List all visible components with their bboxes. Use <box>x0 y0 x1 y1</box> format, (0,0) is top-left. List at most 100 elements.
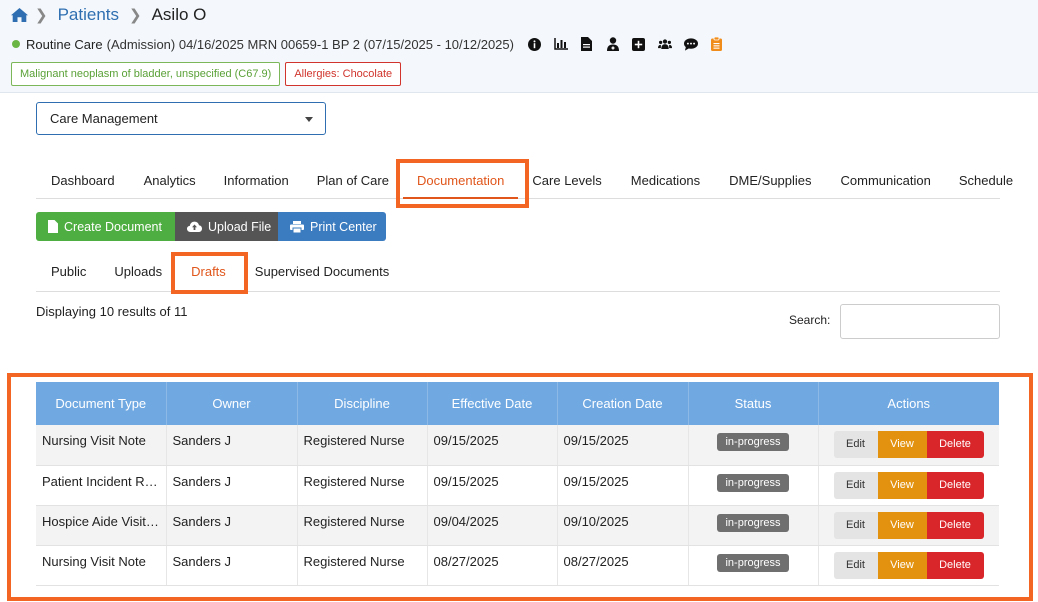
home-icon[interactable] <box>10 7 29 23</box>
visit-icons <box>522 37 730 51</box>
patient-tags: Malignant neoplasm of bladder, unspecifi… <box>11 62 406 86</box>
tab-medications[interactable]: Medications <box>631 163 700 199</box>
cell-discipline: Registered Nurse <box>297 425 428 466</box>
upload-file-button[interactable]: Upload File <box>175 212 278 241</box>
printer-icon <box>290 220 304 233</box>
cell-discipline: Registered Nurse <box>297 545 428 586</box>
cell-owner: Sanders J <box>166 465 298 506</box>
tab-schedule[interactable]: Schedule <box>959 163 1013 199</box>
cell-document-type: Patient Incident Report <box>36 465 167 506</box>
cell-effective-date: 09/15/2025 <box>427 465 558 506</box>
edit-button[interactable]: Edit <box>833 511 878 539</box>
subtab-public[interactable]: Public <box>51 256 86 290</box>
status-badge: in-progress <box>717 513 789 532</box>
view-button[interactable]: View <box>877 431 927 458</box>
document-actions: Create Document Upload File Print Center <box>36 212 386 241</box>
status-badge: in-progress <box>717 553 789 572</box>
file-icon <box>48 220 58 233</box>
status-badge: in-progress <box>717 473 789 492</box>
cloud-upload-icon <box>187 221 202 232</box>
delete-button[interactable]: Delete <box>926 431 984 458</box>
upload-file-label: Upload File <box>208 219 272 234</box>
edit-button[interactable]: Edit <box>833 551 878 579</box>
tab-information[interactable]: Information <box>224 163 289 199</box>
subtab-supervised-documents[interactable]: Supervised Documents <box>255 256 389 290</box>
users-icon[interactable] <box>657 37 672 51</box>
tab-dashboard[interactable]: Dashboard <box>51 163 115 199</box>
clipboard-icon[interactable] <box>710 37 724 51</box>
cell-creation-date: 09/10/2025 <box>557 505 689 546</box>
cell-status: in-progress <box>688 545 819 586</box>
edit-button[interactable]: Edit <box>833 471 878 499</box>
delete-button[interactable]: Delete <box>926 511 984 539</box>
cell-document-type: Nursing Visit Note <box>36 545 167 586</box>
search-input[interactable] <box>840 304 1000 339</box>
visit-info: Routine Care (Admission) 04/16/2025 MRN … <box>12 34 730 54</box>
column-header-creation-date[interactable]: Creation Date <box>557 382 689 425</box>
cell-document-type: Hospice Aide Visit Note <box>36 505 167 546</box>
document-icon[interactable] <box>580 37 594 51</box>
cell-actions: Edit View Delete <box>818 465 999 506</box>
create-document-button[interactable]: Create Document <box>36 212 175 241</box>
tab-documentation[interactable]: Documentation <box>402 163 519 199</box>
tab-analytics[interactable]: Analytics <box>144 163 196 199</box>
status-dot <box>12 40 20 48</box>
documents-table: Document Type Owner Discipline Effective… <box>36 382 999 586</box>
breadcrumb-patient-name: Asilo O <box>151 5 207 24</box>
caret-down-icon <box>305 117 313 122</box>
status-badge: in-progress <box>717 433 789 451</box>
breadcrumb: ❯ Patients ❯ Asilo O <box>10 4 206 26</box>
column-header-status[interactable]: Status <box>688 382 819 425</box>
tab-dme-supplies[interactable]: DME/Supplies <box>729 163 811 199</box>
results-count: Displaying 10 results of 11 <box>36 304 188 319</box>
tab-plan-of-care[interactable]: Plan of Care <box>317 163 389 199</box>
care-select-value: Care Management <box>50 111 158 126</box>
table-row: Patient Incident Report Sanders J Regist… <box>36 465 999 506</box>
column-header-owner[interactable]: Owner <box>166 382 298 425</box>
cell-effective-date: 08/27/2025 <box>427 545 558 586</box>
print-center-button[interactable]: Print Center <box>278 212 386 241</box>
table-row: Nursing Visit Note Sanders J Registered … <box>36 425 999 466</box>
column-header-document-type[interactable]: Document Type <box>36 382 167 425</box>
allergies-tag[interactable]: Allergies: Chocolate <box>285 62 402 86</box>
user-doctor-icon[interactable] <box>606 37 620 51</box>
view-button[interactable]: View <box>877 551 927 579</box>
chat-icon[interactable] <box>683 37 698 51</box>
plus-square-icon[interactable] <box>632 37 646 51</box>
column-header-discipline[interactable]: Discipline <box>297 382 428 425</box>
delete-button[interactable]: Delete <box>926 471 984 499</box>
edit-button[interactable]: Edit <box>833 431 878 458</box>
cell-discipline: Registered Nurse <box>297 505 428 546</box>
column-header-effective-date[interactable]: Effective Date <box>427 382 558 425</box>
main-tabs: Dashboard Analytics Information Plan of … <box>36 163 1013 199</box>
info-icon[interactable] <box>528 37 542 51</box>
diagnosis-tag[interactable]: Malignant neoplasm of bladder, unspecifi… <box>11 62 281 86</box>
create-document-label: Create Document <box>64 219 162 234</box>
delete-button[interactable]: Delete <box>926 551 984 579</box>
visit-details: (Admission) 04/16/2025 MRN 00659-1 BP 2 … <box>106 36 514 52</box>
cell-owner: Sanders J <box>166 425 298 466</box>
cell-effective-date: 09/15/2025 <box>427 425 558 466</box>
subtab-uploads[interactable]: Uploads <box>114 256 162 290</box>
patient-header: ❯ Patients ❯ Asilo O Routine Care (Admis… <box>0 0 1038 93</box>
tab-care-levels[interactable]: Care Levels <box>532 163 601 199</box>
document-subtabs: Public Uploads Drafts Supervised Documen… <box>36 256 1000 292</box>
breadcrumb-patients[interactable]: Patients <box>58 5 119 25</box>
cell-creation-date: 09/15/2025 <box>557 425 689 466</box>
cell-actions: Edit View Delete <box>818 425 999 466</box>
print-center-label: Print Center <box>310 219 377 234</box>
cell-effective-date: 09/04/2025 <box>427 505 558 546</box>
view-button[interactable]: View <box>877 511 927 539</box>
subtab-drafts[interactable]: Drafts <box>191 256 226 290</box>
cell-actions: Edit View Delete <box>818 505 999 546</box>
chevron-right-icon: ❯ <box>129 7 142 24</box>
cell-creation-date: 08/27/2025 <box>557 545 689 586</box>
view-button[interactable]: View <box>877 471 927 499</box>
cell-owner: Sanders J <box>166 505 298 546</box>
search-label: Search: <box>789 313 831 327</box>
table-row: Hospice Aide Visit Note Sanders J Regist… <box>36 505 999 546</box>
bar-chart-icon[interactable] <box>554 37 568 51</box>
care-management-select[interactable]: Care Management <box>36 102 326 135</box>
tab-communication[interactable]: Communication <box>841 163 931 199</box>
cell-owner: Sanders J <box>166 545 298 586</box>
